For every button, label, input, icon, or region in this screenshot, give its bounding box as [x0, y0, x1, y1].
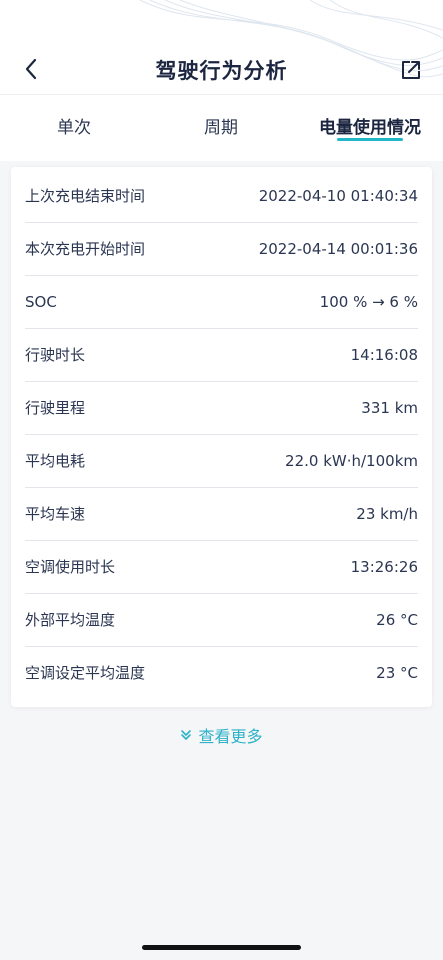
home-indicator — [142, 945, 301, 950]
detail-row: 空调使用时长 13:26:26 — [25, 540, 418, 594]
detail-value: 26 °C — [376, 610, 418, 629]
active-tab-indicator — [337, 138, 403, 141]
tab-single[interactable]: 单次 — [52, 113, 96, 138]
detail-label: SOC — [25, 292, 57, 311]
detail-value: 14:16:08 — [350, 345, 418, 364]
detail-value: 22.0 kW·h/100km — [285, 451, 418, 470]
detail-label: 空调使用时长 — [25, 558, 116, 576]
detail-label: 平均电耗 — [25, 452, 86, 470]
tab-bar: 单次 周期 电量使用情况 — [0, 95, 443, 161]
app-header: 驾驶行为分析 — [0, 0, 443, 95]
detail-value: 331 km — [361, 398, 418, 417]
detail-value: 23 °C — [376, 663, 418, 682]
view-more-button[interactable]: 查看更多 — [0, 722, 443, 748]
detail-label: 本次充电开始时间 — [25, 240, 146, 258]
detail-value: 2022-04-10 01:40:34 — [258, 186, 418, 205]
detail-value: 2022-04-14 00:01:36 — [258, 239, 418, 258]
detail-label: 外部平均温度 — [25, 611, 116, 629]
usage-details-card: 上次充电结束时间 2022-04-10 01:40:34 本次充电开始时间 20… — [11, 167, 432, 707]
detail-row: 空调设定平均温度 23 °C — [25, 646, 418, 699]
tab-power-usage[interactable]: 电量使用情况 — [312, 113, 428, 138]
detail-value: 100 % → 6 % — [319, 292, 418, 311]
tab-period[interactable]: 周期 — [199, 113, 243, 138]
detail-row: 外部平均温度 26 °C — [25, 593, 418, 647]
detail-value: 23 km/h — [356, 504, 418, 523]
detail-row: 本次充电开始时间 2022-04-14 00:01:36 — [25, 222, 418, 276]
view-more-label: 查看更多 — [198, 727, 263, 746]
double-chevron-down-icon — [181, 730, 192, 740]
detail-label: 行驶里程 — [25, 399, 86, 417]
detail-row: 平均电耗 22.0 kW·h/100km — [25, 434, 418, 488]
detail-label: 上次充电结束时间 — [25, 187, 146, 205]
share-button[interactable] — [397, 56, 425, 84]
detail-label: 平均车速 — [25, 505, 86, 523]
detail-row: 上次充电结束时间 2022-04-10 01:40:34 — [25, 169, 418, 223]
detail-value: 13:26:26 — [350, 557, 418, 576]
detail-label: 行驶时长 — [25, 346, 86, 364]
detail-label: 空调设定平均温度 — [25, 664, 146, 682]
detail-row: SOC 100 % → 6 % — [25, 275, 418, 329]
page-title: 驾驶行为分析 — [155, 59, 288, 83]
detail-row: 行驶时长 14:16:08 — [25, 328, 418, 382]
detail-row: 行驶里程 331 km — [25, 381, 418, 435]
share-external-icon — [402, 61, 420, 79]
detail-row: 平均车速 23 km/h — [25, 487, 418, 541]
